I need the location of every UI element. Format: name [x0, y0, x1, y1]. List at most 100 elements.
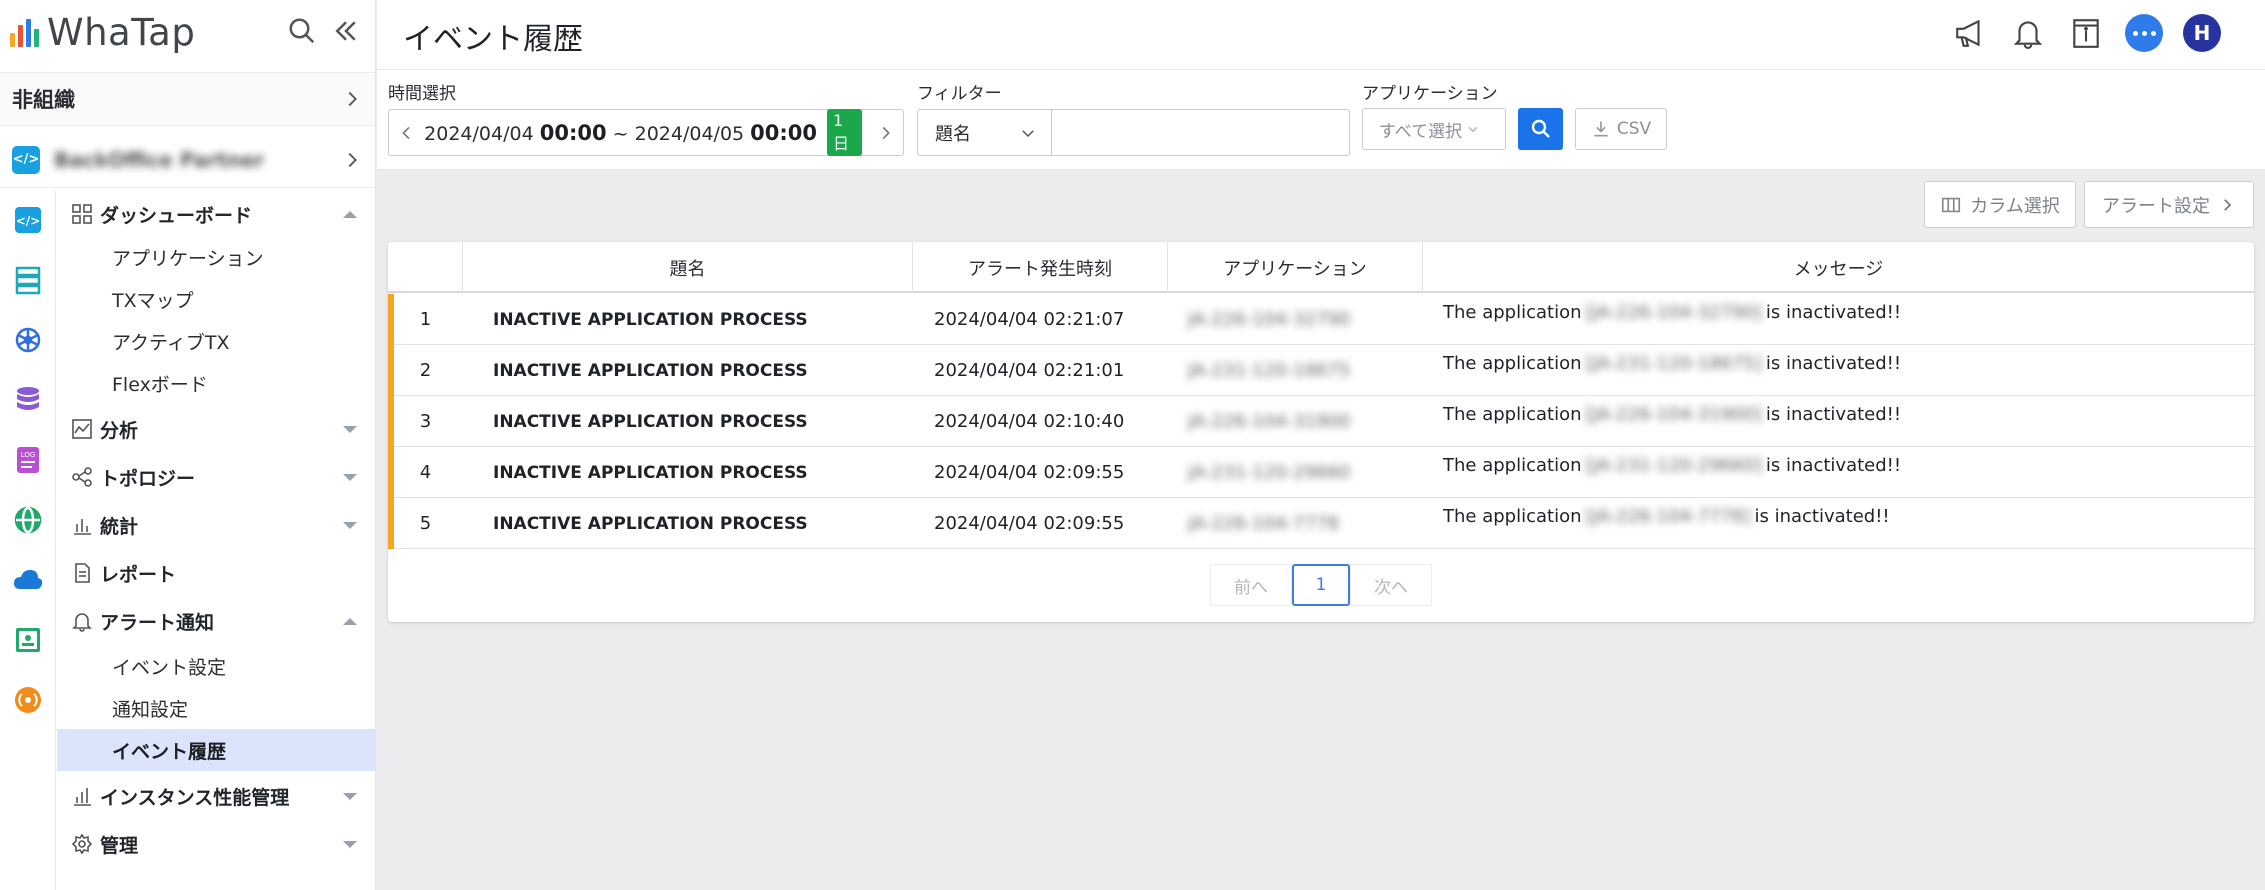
submenu-txmap[interactable]: TXマップ: [57, 278, 375, 320]
columns-icon: [1942, 197, 1961, 212]
log-icon[interactable]: LOG: [12, 444, 44, 476]
day-range-badge[interactable]: 1日: [827, 109, 862, 156]
message-suffix: is inactivated!!: [1765, 404, 1902, 425]
prev-page-button[interactable]: 前へ: [1210, 564, 1292, 606]
message-app: [JA-226-104-32790]: [1585, 302, 1762, 323]
logo-bars-icon: [10, 17, 39, 47]
submenu-label: イベント設定: [112, 656, 227, 679]
row-message: The application [JA-226-104-7778] is inact…: [1443, 498, 2243, 549]
row-application: JA-226-104-7778: [1188, 498, 1423, 549]
chevron-right-icon[interactable]: [876, 122, 895, 144]
bell-icon[interactable]: [2009, 14, 2047, 52]
time-separator: ~: [612, 122, 629, 145]
whatap-logo[interactable]: WhaTap: [10, 10, 195, 54]
next-page-button[interactable]: 次へ: [1350, 564, 1432, 606]
table-row[interactable]: 4 INACTIVE APPLICATION PROCESS 2024/04/04 …: [388, 447, 2254, 498]
menu-instance-label: インスタンス性能管理: [100, 786, 290, 809]
table-row[interactable]: 3 INACTIVE APPLICATION PROCESS 2024/04/04 …: [388, 396, 2254, 447]
chevron-right-icon: [348, 152, 357, 167]
submenu-event-settings[interactable]: イベント設定: [57, 645, 375, 687]
menu-stats[interactable]: 統計: [57, 505, 375, 545]
row-message: The application [JA-226-104-31900] is inac…: [1443, 396, 2243, 447]
caret-down-icon: [343, 840, 357, 848]
sidebar: WhaTap 非組織 </> BackOffice Partner </> LO…: [0, 0, 376, 890]
message-app: [JA-231-120-18675]: [1585, 353, 1762, 374]
url-icon[interactable]: [12, 624, 44, 656]
caret-down-icon: [343, 425, 357, 433]
chat-icon[interactable]: [2125, 14, 2163, 52]
menu-admin[interactable]: 管理: [57, 824, 375, 864]
message-prefix: The application: [1443, 302, 1582, 323]
submenu-application[interactable]: アプリケーション: [57, 236, 375, 278]
table-row[interactable]: 1 INACTIVE APPLICATION PROCESS 2024/04/04 …: [388, 294, 2254, 345]
organization-label: 非組織: [12, 88, 75, 112]
submenu-active-tx[interactable]: アクティブTX: [57, 320, 375, 362]
submenu-flexboard[interactable]: Flexボード: [57, 362, 375, 404]
message-suffix: is inactivated!!: [1754, 506, 1890, 527]
application-label: アプリケーション: [1362, 84, 1498, 104]
time-select-label: 時間選択: [388, 84, 456, 104]
bell-icon: [71, 610, 93, 632]
application-select[interactable]: すべて選択: [1362, 108, 1506, 150]
filter-text-input[interactable]: [1051, 109, 1350, 156]
filter-selected-value: 題名: [935, 123, 971, 145]
chevron-right-icon: [348, 91, 357, 107]
server-icon[interactable]: [12, 264, 44, 296]
caret-up-icon: [343, 617, 357, 625]
search-button[interactable]: [1518, 108, 1563, 150]
grid-icon: [71, 203, 93, 225]
chevron-left-icon[interactable]: [397, 122, 416, 144]
globe-icon[interactable]: [12, 504, 44, 536]
menu-alert[interactable]: アラート通知: [57, 601, 375, 641]
column-header-application[interactable]: アプリケーション: [1168, 242, 1423, 293]
row-application-value: JA-226-104-31900: [1188, 411, 1351, 432]
column-header-title[interactable]: 題名: [463, 242, 913, 293]
caret-down-icon: [343, 792, 357, 800]
table-row[interactable]: 2 INACTIVE APPLICATION PROCESS 2024/04/04 …: [388, 345, 2254, 396]
kubernetes-icon[interactable]: [12, 324, 44, 356]
search-icon: [1531, 119, 1550, 138]
menu-topology-label: トポロジー: [100, 467, 196, 490]
column-header-number: [388, 242, 463, 293]
megaphone-icon[interactable]: [1951, 14, 1989, 52]
row-time: 2024/04/04 02:10:40: [934, 411, 1125, 432]
database-icon[interactable]: [12, 384, 44, 416]
performance-icon: [71, 785, 93, 807]
message-prefix: The application: [1443, 404, 1582, 425]
message-prefix: The application: [1443, 455, 1582, 476]
submenu-notification-settings[interactable]: 通知設定: [57, 687, 375, 729]
project-selector[interactable]: </> BackOffice Partner: [0, 132, 375, 188]
search-icon[interactable]: [287, 16, 317, 46]
column-select-button[interactable]: カラム選択: [1924, 181, 2076, 228]
application-selected-value: すべて選択: [1379, 121, 1463, 142]
column-header-message[interactable]: メッセージ: [1423, 242, 2254, 293]
alert-settings-button[interactable]: アラート設定: [2084, 181, 2254, 228]
code-icon[interactable]: </>: [12, 204, 44, 236]
menu-report[interactable]: レポート: [57, 553, 375, 593]
csv-download-button[interactable]: CSV: [1575, 108, 1667, 150]
menu-instance-performance[interactable]: インスタンス性能管理: [57, 776, 375, 816]
organization-selector[interactable]: 非組織: [0, 72, 375, 126]
cloud-icon[interactable]: [12, 564, 44, 596]
column-header-time[interactable]: アラート発生時刻: [913, 242, 1168, 293]
product-rail: </> LOG: [0, 190, 56, 890]
table-row[interactable]: 5 INACTIVE APPLICATION PROCESS 2024/04/04 …: [388, 498, 2254, 549]
info-box-icon[interactable]: [2067, 14, 2105, 52]
row-number: 3: [419, 411, 432, 432]
avatar[interactable]: H: [2183, 14, 2221, 52]
broadcast-icon[interactable]: [12, 684, 44, 716]
page-1-button[interactable]: 1: [1292, 564, 1350, 606]
submenu-label: アクティブTX: [112, 331, 230, 354]
menu-dashboard[interactable]: ダッシューボード: [57, 194, 375, 234]
row-number: 2: [419, 360, 432, 381]
time-range-picker[interactable]: 2024/04/04 00:00 ~ 2024/04/05 00:00 1日: [388, 109, 904, 156]
submenu-event-history[interactable]: イベント履歴: [57, 729, 375, 771]
filter-field-select[interactable]: 題名: [917, 109, 1052, 156]
page-title: イベント履歴: [403, 22, 583, 57]
chevron-right-icon: [2224, 198, 2232, 211]
collapse-sidebar-icon[interactable]: [331, 16, 361, 46]
menu-topology[interactable]: トポロジー: [57, 457, 375, 497]
message-prefix: The application: [1443, 353, 1582, 374]
row-application-value: JA-231-120-18675: [1188, 360, 1351, 381]
menu-analysis[interactable]: 分析: [57, 409, 375, 449]
